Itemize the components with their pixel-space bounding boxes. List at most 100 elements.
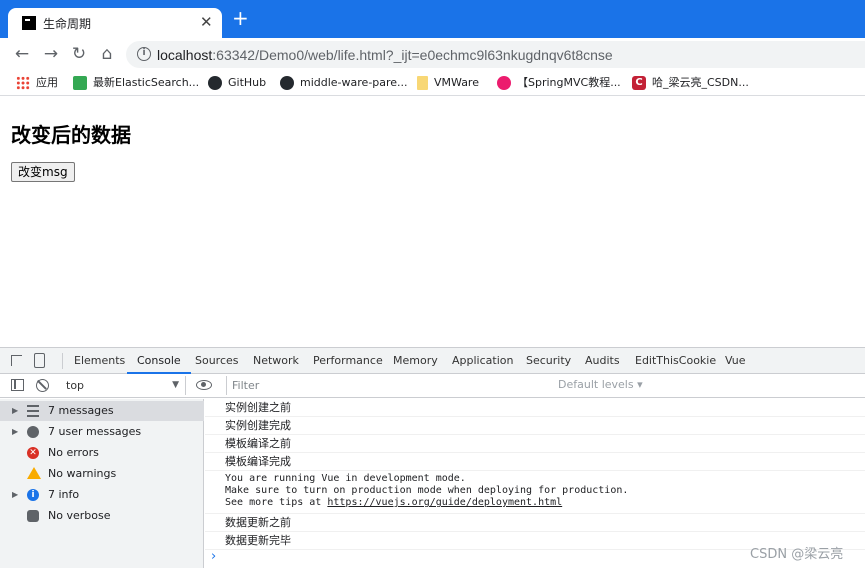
bookmark-springmvc[interactable]: 【SpringMVC教程... [497,74,621,92]
vue-notice-line: You are running Vue in development mode. [225,473,466,484]
tab-memory[interactable]: Memory [393,348,438,374]
console-message: 数据更新之前 [205,514,865,532]
clear-console-icon[interactable] [36,379,49,392]
device-toolbar-icon[interactable] [34,353,45,368]
bookmark-github[interactable]: GitHub [208,74,266,92]
bookmark-csdn[interactable]: C 哈_梁云亮_CSDN... [632,74,749,92]
tab-close-icon[interactable]: ✕ [200,13,213,31]
tab-console[interactable]: Console [127,348,191,374]
page-viewport: 改变后的数据 改变msg [0,97,865,347]
bookmark-vmware[interactable]: VMWare [417,74,479,92]
console-sidebar: ▶ 7 messages ▶ 7 user messages ✕ No erro… [0,399,204,568]
bug-icon [27,510,39,522]
console-message: 模板编译完成 [205,453,865,471]
back-arrow-icon[interactable]: ← [11,43,33,65]
forward-arrow-icon[interactable]: → [40,43,62,65]
bookmark-label: VMWare [434,76,479,89]
vue-notice-line: Make sure to turn on production mode whe… [225,485,629,496]
console-message: 实例创建完成 [205,417,865,435]
bookmark-label: 最新ElasticSearch... [93,76,200,89]
sidebar-item-info[interactable]: ▶ i 7 info [0,485,204,505]
bookmark-label: GitHub [228,76,267,89]
console-prompt-chevron-icon[interactable]: › [211,550,216,564]
bookmark-apps[interactable]: 应用 [16,74,58,92]
site-info-icon[interactable]: i [137,47,151,61]
inspect-element-icon[interactable] [11,355,22,366]
console-message: 模板编译之前 [205,435,865,453]
green-bookmark-icon [73,76,87,90]
expand-triangle-icon: ▶ [12,427,19,436]
sidebar-item-label: 7 info [48,488,80,501]
intellij-favicon-icon [22,16,36,30]
browser-toolbar: ← → ↻ ⌂ i localhost:63342/Demo0/web/life… [0,38,865,70]
sidebar-item-verbose[interactable]: No verbose [0,506,204,526]
tab-security[interactable]: Security [526,348,571,374]
change-msg-button[interactable]: 改变msg [11,162,75,182]
devtools-panel: Elements Console Sources Network Perform… [0,347,865,568]
context-value: top [66,379,85,392]
sidebar-item-errors[interactable]: ✕ No errors [0,443,204,463]
tab-audits[interactable]: Audits [585,348,620,374]
url-host: localhost [157,47,213,63]
tab-network[interactable]: Network [253,348,299,374]
browser-tab[interactable]: 生命周期 ✕ [8,8,222,38]
url-text[interactable]: localhost:63342/Demo0/web/life.html?_ijt… [157,47,613,63]
tab-title: 生命周期 [43,17,92,31]
tab-performance[interactable]: Performance [313,348,383,374]
list-icon [27,405,39,417]
console-message-vue-notice: You are running Vue in development mode.… [205,471,865,514]
bookmark-elasticsearch[interactable]: 最新ElasticSearch... [73,74,199,92]
page-heading: 改变后的数据 [11,123,131,147]
console-toolbar: top ▼ Default levels ▾ [0,374,865,398]
divider [62,353,63,369]
sidebar-item-label: No warnings [48,467,117,480]
devtools-tab-bar: Elements Console Sources Network Perform… [0,348,865,374]
sidebar-item-messages[interactable]: ▶ 7 messages [0,401,204,421]
dropdown-arrow-icon: ▼ [172,380,179,390]
tab-elements[interactable]: Elements [74,348,125,374]
csdn-watermark: CSDN @梁云亮 [750,547,844,562]
vue-notice-prefix: See more tips at [225,497,328,508]
user-icon [27,426,39,438]
pink-circle-icon [497,76,511,90]
error-icon: ✕ [27,447,39,459]
expand-triangle-icon: ▶ [12,490,19,499]
sidebar-item-label: 7 user messages [48,425,142,438]
github-icon [280,76,294,90]
tab-editthiscookie[interactable]: EditThisCookie [635,348,716,374]
bookmark-label: middle-ware-pare... [300,76,408,89]
sidebar-item-user-messages[interactable]: ▶ 7 user messages [0,422,204,442]
expand-triangle-icon: ▶ [12,406,19,415]
bookmark-label: 哈_梁云亮_CSDN... [652,76,749,89]
tab-vue[interactable]: Vue [725,348,746,374]
sidebar-item-label: 7 messages [48,404,114,417]
warning-icon [27,467,41,479]
live-expression-eye-icon[interactable] [196,380,212,390]
csdn-icon: C [632,76,646,90]
tab-sources[interactable]: Sources [195,348,239,374]
vue-notice-line: See more tips at https://vuejs.org/guide… [225,497,865,509]
bookmark-label: 【SpringMVC教程... [517,76,621,89]
apps-grid-icon [16,76,30,90]
folder-icon [417,76,428,90]
bookmarks-bar: 应用 最新ElasticSearch... GitHub middle-ware… [0,70,865,96]
log-levels-dropdown[interactable]: Default levels ▾ [558,378,643,391]
home-icon[interactable]: ⌂ [96,43,118,65]
info-icon: i [27,489,39,501]
show-sidebar-icon[interactable] [11,379,24,391]
context-selector[interactable]: top ▼ [60,376,186,395]
sidebar-item-warnings[interactable]: No warnings [0,464,204,484]
sidebar-item-label: No errors [48,446,99,459]
vue-deployment-link[interactable]: https://vuejs.org/guide/deployment.html [327,497,562,508]
bookmark-middle-ware[interactable]: middle-ware-pare... [280,74,408,92]
sidebar-item-label: No verbose [48,509,111,522]
address-bar[interactable]: i localhost:63342/Demo0/web/life.html?_i… [126,41,865,68]
new-tab-button[interactable]: + [232,8,249,28]
github-icon [208,76,222,90]
reload-icon[interactable]: ↻ [68,43,90,65]
bookmark-label: 应用 [36,76,58,89]
browser-tab-strip: 生命周期 ✕ + [0,0,865,38]
tab-application[interactable]: Application [452,348,513,374]
filter-input[interactable] [226,376,551,395]
console-message: 实例创建之前 [205,399,865,417]
